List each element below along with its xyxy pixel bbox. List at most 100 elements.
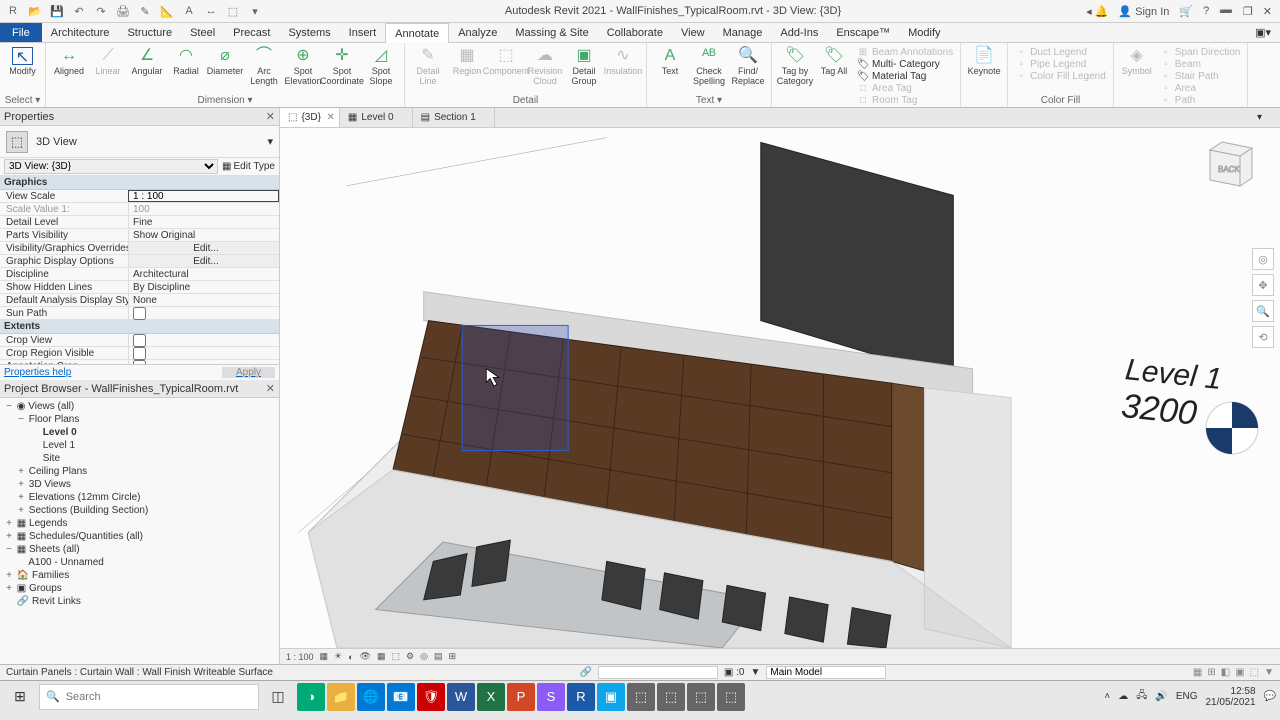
tree-node[interactable]: + 3D Views [0,478,279,491]
ribbon-tab-massingsite[interactable]: Massing & Site [506,23,597,42]
ribbon-tab-annotate[interactable]: Annotate [385,23,449,43]
tray-chevron-icon[interactable]: ˄ [1104,691,1110,702]
ribbon-arclength-button[interactable]: ⌒Arc Length [245,45,283,94]
qat-button-11[interactable]: ▾ [248,4,262,18]
ribbon-tab-analyze[interactable]: Analyze [449,23,506,42]
file-tab[interactable]: File [0,23,42,42]
sb-icon[interactable]: ⊞ [1207,667,1215,678]
prop-value[interactable] [128,334,279,346]
ribbon-tab-collaborate[interactable]: Collaborate [598,23,672,42]
select-dropdown[interactable]: Select ▾ [4,94,41,107]
view-tab-level0[interactable]: ▦Level 0 [340,108,413,127]
tree-node[interactable]: − Floor Plans [0,413,279,426]
ribbon-detailgroup-button[interactable]: ▣Detail Group [565,45,603,94]
help-icon[interactable]: ? [1203,5,1209,17]
steering-wheel-icon[interactable]: ◎ [1252,248,1274,270]
ribbon-angular-button[interactable]: ∠Angular [128,45,166,94]
tree-node[interactable]: A100 - Unnamed [0,556,279,569]
view-cube[interactable]: BACK [1190,138,1260,208]
close-icon[interactable]: ✕ [1263,5,1272,18]
prop-value[interactable] [128,190,279,202]
taskbar-app-0[interactable]: ◑ [297,683,325,711]
properties-type-selector[interactable]: ⬚ 3D View▾ [0,126,279,158]
prop-value[interactable]: None [128,294,279,306]
ribbon-tab-enscape[interactable]: Enscape™ [827,23,899,42]
qat-button-8[interactable]: A [182,4,196,18]
tree-node[interactable]: + ▦ Legends [0,517,279,530]
tree-node[interactable]: − ▦ Sheets (all) [0,543,279,556]
tray-cloud-icon[interactable]: ☁ [1118,691,1128,702]
vb-icon[interactable]: ⬚ [392,651,401,662]
qat-button-10[interactable]: ⬚ [226,4,240,18]
taskbar-app-6[interactable]: X [477,683,505,711]
ribbon-tab-addins[interactable]: Add-Ins [771,23,827,42]
vb-icon[interactable]: ⚙ [406,651,414,662]
tree-node[interactable]: + ▣ Groups [0,582,279,595]
qat-button-1[interactable]: 📂 [28,4,42,18]
taskbar-app-13[interactable]: ⬚ [687,683,715,711]
view-tab-section1[interactable]: ▤Section 1 [413,108,495,127]
taskbar-app-10[interactable]: ▣ [597,683,625,711]
ribbon-tab-modify[interactable]: Modify [899,23,949,42]
taskbar-app-11[interactable]: ⬚ [627,683,655,711]
apply-button[interactable]: Apply [222,367,275,378]
taskbar-app-12[interactable]: ⬚ [657,683,685,711]
ribbon-tab-precast[interactable]: Precast [224,23,279,42]
scale-display[interactable]: 1 : 100 [286,652,314,662]
orbit-icon[interactable]: ⟲ [1252,326,1274,348]
prop-value[interactable]: 100 [128,203,279,215]
edit-type-button[interactable]: ▦ Edit Type [222,161,275,172]
task-view-icon[interactable]: ◫ [262,683,294,711]
taskbar-app-7[interactable]: P [507,683,535,711]
qat-button-4[interactable]: ↷ [94,4,108,18]
prop-value[interactable]: Fine [128,216,279,228]
prop-category[interactable]: Graphics [0,176,279,190]
ribbon-spotcoordinate-button[interactable]: ✛Spot Coordinate [323,45,361,94]
filter-icon[interactable]: ▼ [750,667,760,678]
vb-icon[interactable]: ◐ [348,652,353,662]
tray-lang[interactable]: ENG [1176,691,1198,702]
ribbon-tab-insert[interactable]: Insert [340,23,386,42]
sb-icon[interactable]: ▣ [1235,667,1244,678]
qat-button-6[interactable]: ✎ [138,4,152,18]
tree-node[interactable]: + 🏠 Families [0,569,279,582]
tray-volume-icon[interactable]: 🔊 [1155,691,1167,702]
qat-button-2[interactable]: 💾 [50,4,64,18]
taskbar-app-2[interactable]: 🌐 [357,683,385,711]
ribbon-diameter-button[interactable]: ⌀Diameter [206,45,244,94]
prop-value[interactable]: Edit... [128,242,279,254]
sb-icon[interactable]: ◧ [1221,667,1230,678]
tree-node[interactable]: Site [0,452,279,465]
zoom-icon[interactable]: 🔍 [1252,300,1274,322]
view-tab-3d[interactable]: ⬚{3D}✕ [280,108,340,127]
tray-network-icon[interactable]: 🖧 [1136,688,1147,705]
ribbon-keynote-button[interactable]: 📄Keynote [965,45,1003,105]
ribbon-tab-manage[interactable]: Manage [714,23,772,42]
prop-value[interactable]: By Discipline [128,281,279,293]
vb-icon[interactable]: ☀ [334,651,342,662]
vb-icon[interactable]: 👁 [360,651,371,662]
info-center-icon[interactable]: ◂ 🔔 [1086,5,1108,18]
workset-dropdown[interactable] [598,666,718,679]
vb-icon[interactable]: ◎ [420,651,428,662]
start-button[interactable]: ⊞ [4,683,36,711]
taskbar-app-9[interactable]: R [567,683,595,711]
qat-button-3[interactable]: ↶ [72,4,86,18]
ribbon-collapse-icon[interactable]: ▣▾ [1246,23,1280,42]
vb-icon[interactable]: ▦ [377,651,386,662]
compass-icon[interactable] [1202,398,1262,458]
qat-button-9[interactable]: ↔ [204,4,218,18]
ribbon-materialtag-button[interactable]: 🏷Material Tag [857,71,953,82]
properties-close-icon[interactable]: ✕ [266,110,275,123]
signin-button[interactable]: 👤 Sign In [1118,5,1169,18]
tree-node[interactable]: − ◉ Views (all) [0,400,279,413]
sb-icon[interactable]: ⬚ [1250,667,1259,678]
properties-instance-dropdown[interactable]: 3D View: {3D} [4,159,218,174]
prop-value[interactable] [128,307,279,319]
modify-button[interactable]: ↖ Modify [4,45,41,94]
taskbar-app-8[interactable]: S [537,683,565,711]
maximize-icon[interactable]: ❐ [1243,5,1253,18]
tab-close-icon[interactable]: ✕ [327,112,335,123]
prop-value[interactable]: Edit... [128,255,279,267]
ribbon-tab-view[interactable]: View [672,23,714,42]
